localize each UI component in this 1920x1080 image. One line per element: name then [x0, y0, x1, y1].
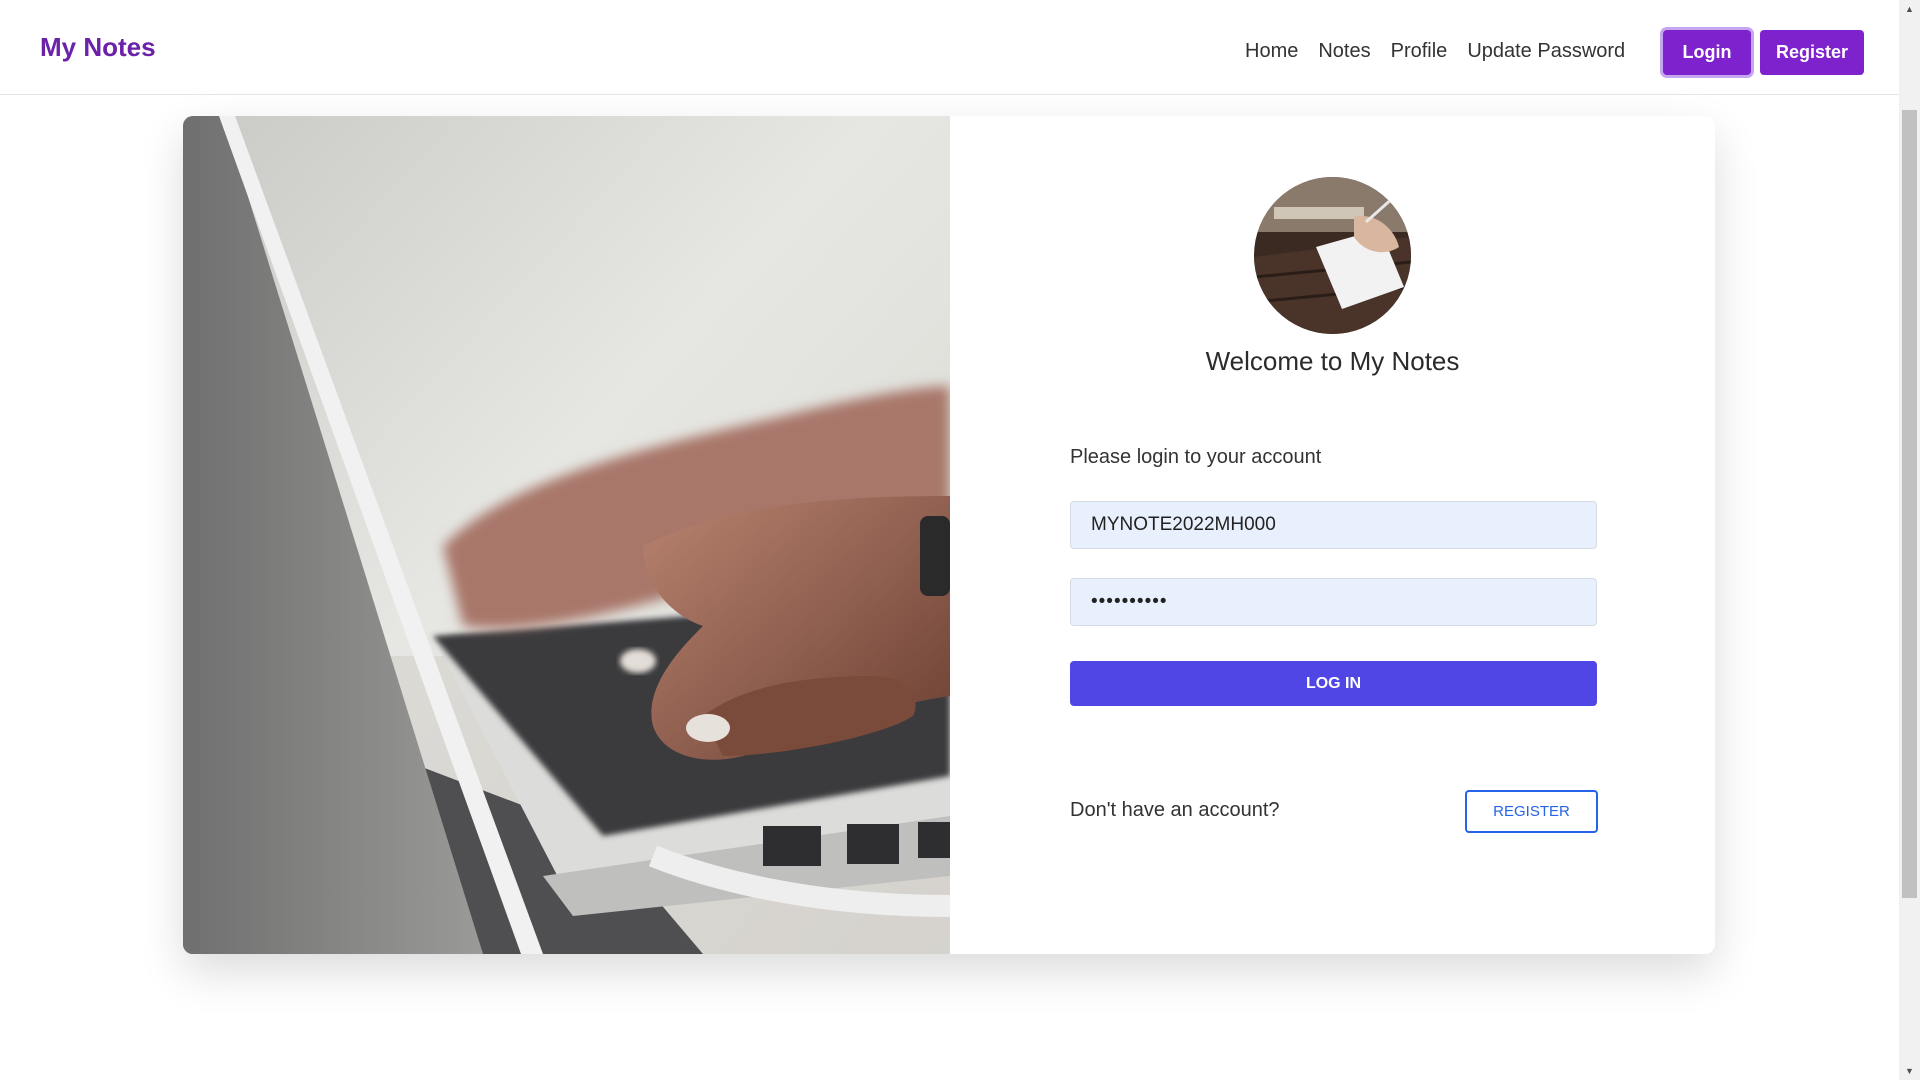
- login-prompt: Please login to your account: [1070, 446, 1322, 468]
- page-scrollbar[interactable]: ▲ ▼: [1899, 0, 1920, 1080]
- login-form-panel: Welcome to My Notes Please login to your…: [950, 116, 1715, 954]
- username-input[interactable]: [1070, 501, 1597, 549]
- scroll-down-arrow-icon[interactable]: ▼: [1899, 1062, 1920, 1080]
- nav-register-button[interactable]: Register: [1760, 30, 1864, 75]
- top-navbar: My Notes Home Notes Profile Update Passw…: [0, 0, 1899, 95]
- welcome-heading: Welcome to My Notes: [1205, 346, 1460, 376]
- no-account-text: Don't have an account?: [1070, 799, 1280, 821]
- nav-link-notes[interactable]: Notes: [1318, 40, 1370, 63]
- nav-link-profile[interactable]: Profile: [1391, 40, 1448, 63]
- page: My Notes Home Notes Profile Update Passw…: [0, 0, 1920, 1080]
- login-card: Welcome to My Notes Please login to your…: [183, 116, 1715, 954]
- register-outline-button[interactable]: REGISTER: [1465, 790, 1598, 833]
- hero-image-laptop-typing: [183, 116, 950, 954]
- nav-links: Home Notes Profile Update Password: [1245, 40, 1625, 63]
- brand-logo[interactable]: My Notes: [40, 32, 156, 63]
- scroll-up-arrow-icon[interactable]: ▲: [1899, 0, 1920, 18]
- nav-link-home[interactable]: Home: [1245, 40, 1298, 63]
- password-input[interactable]: [1070, 578, 1597, 626]
- nav-login-button[interactable]: Login: [1663, 30, 1751, 75]
- login-submit-button[interactable]: LOG IN: [1070, 661, 1597, 706]
- scrollbar-thumb[interactable]: [1902, 110, 1917, 898]
- nav-link-update-password[interactable]: Update Password: [1467, 40, 1625, 63]
- notes-avatar-image: [1254, 177, 1411, 334]
